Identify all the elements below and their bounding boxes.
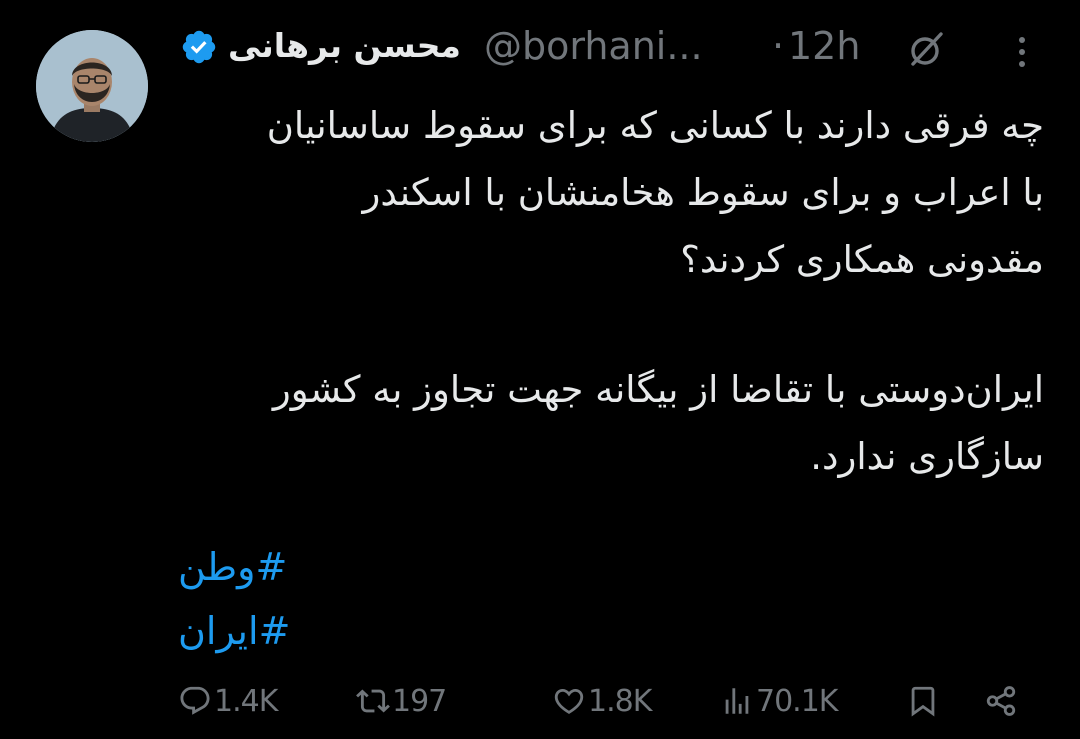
repost-button[interactable]: 197 [356, 674, 447, 728]
like-count: 1.8K [588, 683, 652, 719]
share-icon [986, 686, 1016, 716]
grok-icon[interactable] [904, 28, 948, 72]
repost-count: 197 [392, 683, 447, 719]
author-display-name[interactable]: محسن برهانی [228, 26, 461, 65]
author-handle[interactable]: @borhani... [484, 24, 703, 68]
hashtag-link[interactable]: #ایران [178, 599, 290, 663]
bookmark-button[interactable] [906, 674, 942, 728]
tweet-paragraph: چه فرقی دارند با کسانی که برای سقوط ساسا… [266, 104, 1044, 281]
more-vertical-icon[interactable] [1002, 32, 1042, 72]
views-button[interactable]: 70.1K [720, 674, 838, 728]
tweet-header: محسن برهانی @borhani... · 12h [180, 22, 1050, 78]
meta-separator: · [772, 24, 785, 68]
view-count: 70.1K [756, 683, 838, 719]
tweet-timestamp[interactable]: 12h [788, 24, 860, 68]
avatar-photo [36, 30, 148, 142]
heart-icon [554, 688, 584, 714]
like-button[interactable]: 1.8K [552, 674, 652, 728]
reply-icon [180, 686, 210, 715]
reply-button[interactable]: 1.4K [178, 674, 278, 728]
repost-icon [356, 689, 390, 713]
avatar[interactable] [36, 30, 148, 142]
tweet-paragraph: ایران‌دوستی با تقاضا از بیگانه جهت تجاوز… [272, 368, 1044, 478]
bookmark-icon [911, 686, 935, 717]
tweet-body: چه فرقی دارند با کسانی که برای سقوط ساسا… [164, 92, 1044, 490]
share-button[interactable] [984, 674, 1020, 728]
verified-badge-icon[interactable] [180, 28, 218, 66]
reply-count: 1.4K [214, 683, 278, 719]
hashtag-list: #وطن #ایران [178, 535, 290, 663]
hashtag-link[interactable]: #وطن [178, 535, 290, 599]
views-bar-chart-icon [725, 688, 749, 714]
tweet-action-bar: 1.4K 197 1.8K 70.1K [0, 674, 1080, 728]
